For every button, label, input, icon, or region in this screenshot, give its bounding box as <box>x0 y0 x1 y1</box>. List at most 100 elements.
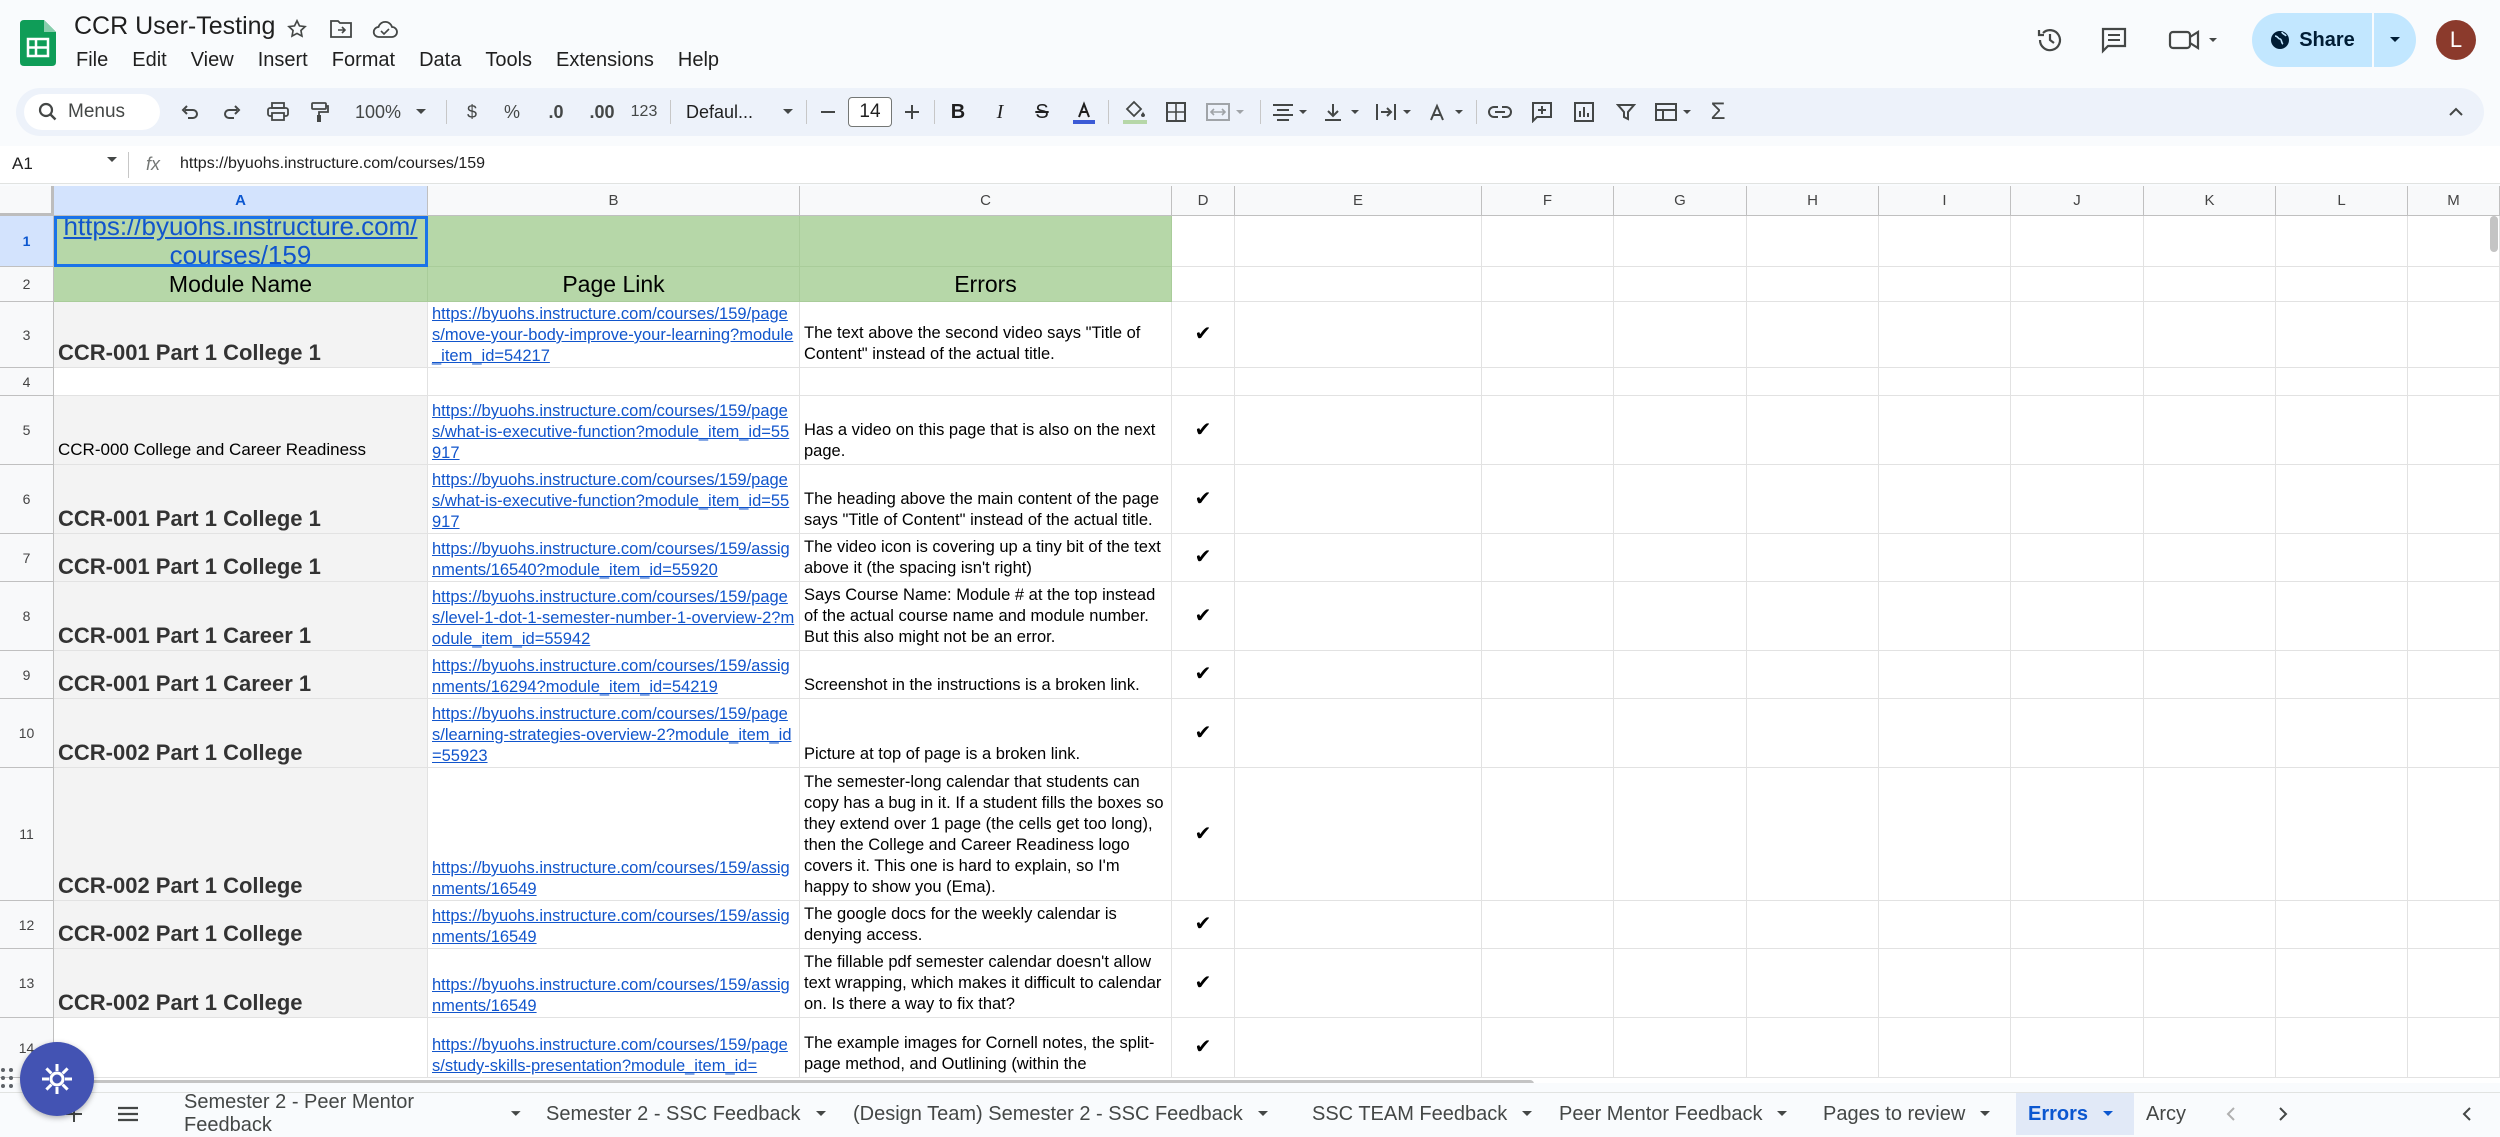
cell[interactable] <box>1235 768 1482 901</box>
column-header-e[interactable]: E <box>1235 186 1482 216</box>
cell[interactable] <box>1235 465 1482 534</box>
cell[interactable] <box>1879 582 2011 651</box>
cell-link[interactable]: https://byuohs.instructure.com/courses/1… <box>58 216 423 266</box>
chevron-down-icon[interactable] <box>106 156 118 164</box>
cell[interactable] <box>1614 534 1747 582</box>
column-header-h[interactable]: H <box>1747 186 1879 216</box>
error-description-cell[interactable]: The example images for Cornell notes, th… <box>800 1018 1172 1078</box>
cell[interactable] <box>1482 582 1614 651</box>
cell-link[interactable]: https://byuohs.instructure.com/courses/1… <box>432 539 795 581</box>
cell[interactable] <box>2011 216 2144 267</box>
module-name-cell[interactable]: CCR-001 Part 1 College 1 <box>54 465 428 534</box>
page-link-cell[interactable]: https://byuohs.instructure.com/courses/1… <box>428 302 800 368</box>
column-header-i[interactable]: I <box>1879 186 2011 216</box>
error-description-cell[interactable]: Says Course Name: Module # at the top in… <box>800 582 1172 651</box>
cell[interactable] <box>1747 465 1879 534</box>
cell[interactable] <box>1235 582 1482 651</box>
more-formats-button[interactable]: 123 <box>624 88 664 136</box>
cell[interactable] <box>2144 465 2276 534</box>
page-link-cell[interactable] <box>428 368 800 396</box>
tab-menu-chevron-icon[interactable] <box>1257 1110 1269 1118</box>
insert-chart-icon[interactable] <box>1568 88 1600 136</box>
cell[interactable] <box>2144 396 2276 465</box>
cell[interactable] <box>2276 1018 2408 1078</box>
cell[interactable] <box>2276 216 2408 267</box>
text-color-button[interactable] <box>1068 88 1100 136</box>
cell[interactable] <box>2276 534 2408 582</box>
cell[interactable] <box>1747 368 1879 396</box>
column-header-f[interactable]: F <box>1482 186 1614 216</box>
document-title[interactable]: CCR User-Testing <box>74 12 275 41</box>
insert-link-icon[interactable] <box>1484 88 1516 136</box>
error-description-cell[interactable]: The video icon is covering up a tiny bit… <box>800 534 1172 582</box>
text-rotation-icon[interactable] <box>1422 88 1470 136</box>
all-sheets-icon[interactable] <box>112 1093 144 1135</box>
checkmark-cell[interactable] <box>1172 368 1235 396</box>
cell[interactable] <box>2408 699 2500 768</box>
page-link-cell[interactable]: https://byuohs.instructure.com/courses/1… <box>428 465 800 534</box>
decrease-decimal-button[interactable]: .0 <box>536 88 576 136</box>
scroll-tabs-right-icon[interactable] <box>2268 1093 2298 1135</box>
print-icon[interactable] <box>262 88 294 136</box>
cell-link[interactable]: https://byuohs.instructure.com/courses/1… <box>432 906 795 948</box>
module-name-cell[interactable]: CCR-001 Part 1 Career 1 <box>54 651 428 699</box>
cell[interactable] <box>2276 699 2408 768</box>
cell[interactable] <box>1482 368 1614 396</box>
cell[interactable] <box>1879 699 2011 768</box>
page-link-cell[interactable]: https://byuohs.instructure.com/courses/1… <box>428 901 800 949</box>
menu-data[interactable]: Data <box>407 48 473 72</box>
cell[interactable] <box>1747 651 1879 699</box>
cell[interactable] <box>2276 901 2408 949</box>
cell[interactable] <box>2408 267 2500 302</box>
menu-extensions[interactable]: Extensions <box>544 48 666 72</box>
cell[interactable] <box>1614 465 1747 534</box>
sheet-tab[interactable]: SSC TEAM Feedback <box>1300 1093 1547 1135</box>
functions-icon[interactable]: Σ <box>1702 88 1734 136</box>
module-name-cell[interactable] <box>54 1018 428 1078</box>
merge-cells-icon[interactable] <box>1200 88 1252 136</box>
column-header-j[interactable]: J <box>2011 186 2144 216</box>
cell[interactable] <box>1747 396 1879 465</box>
cell[interactable] <box>1235 699 1482 768</box>
cell[interactable] <box>2011 699 2144 768</box>
column-header-m[interactable]: M <box>2408 186 2500 216</box>
module-name-cell[interactable]: CCR-000 College and Career Readiness <box>54 396 428 465</box>
module-name-cell[interactable] <box>54 368 428 396</box>
error-description-cell[interactable]: Has a video on this page that is also on… <box>800 396 1172 465</box>
cell[interactable] <box>428 216 800 267</box>
cell[interactable] <box>2276 368 2408 396</box>
cell[interactable] <box>1614 901 1747 949</box>
module-name-cell[interactable]: CCR-001 Part 1 College 1 <box>54 302 428 368</box>
cell[interactable] <box>1879 396 2011 465</box>
cell[interactable] <box>1235 368 1482 396</box>
name-box[interactable]: A1 <box>12 154 33 174</box>
paint-format-icon[interactable] <box>304 88 336 136</box>
cell[interactable] <box>1482 302 1614 368</box>
sheet-tab[interactable]: (Design Team) Semester 2 - SSC Feedback <box>841 1093 1300 1135</box>
row-header[interactable]: 12 <box>0 901 54 949</box>
cloud-saved-icon[interactable] <box>372 16 398 42</box>
cell[interactable] <box>1172 216 1235 267</box>
cell[interactable] <box>1482 651 1614 699</box>
module-name-cell[interactable]: CCR-002 Part 1 College <box>54 768 428 901</box>
cell[interactable] <box>1747 768 1879 901</box>
tab-menu-chevron-icon[interactable] <box>2102 1110 2114 1118</box>
font-family-select[interactable]: Defaul... <box>680 88 800 136</box>
cell[interactable] <box>1879 302 2011 368</box>
cell[interactable] <box>2408 396 2500 465</box>
module-name-cell[interactable]: CCR-002 Part 1 College <box>54 949 428 1018</box>
cell[interactable] <box>1614 396 1747 465</box>
cell[interactable] <box>1482 267 1614 302</box>
row-header[interactable]: 2 <box>0 267 54 302</box>
increase-decimal-button[interactable]: .00 <box>578 88 626 136</box>
menu-help[interactable]: Help <box>666 48 731 72</box>
cell[interactable] <box>1614 651 1747 699</box>
cell[interactable] <box>1879 267 2011 302</box>
cell-link[interactable]: https://byuohs.instructure.com/courses/1… <box>432 587 795 650</box>
cell[interactable] <box>2144 302 2276 368</box>
checkmark-cell[interactable]: ✔ <box>1172 534 1235 582</box>
meet-video-icon[interactable] <box>2166 22 2222 58</box>
cell[interactable] <box>1482 949 1614 1018</box>
cell[interactable] <box>2144 1018 2276 1078</box>
font-size-input[interactable]: 14 <box>848 97 892 127</box>
